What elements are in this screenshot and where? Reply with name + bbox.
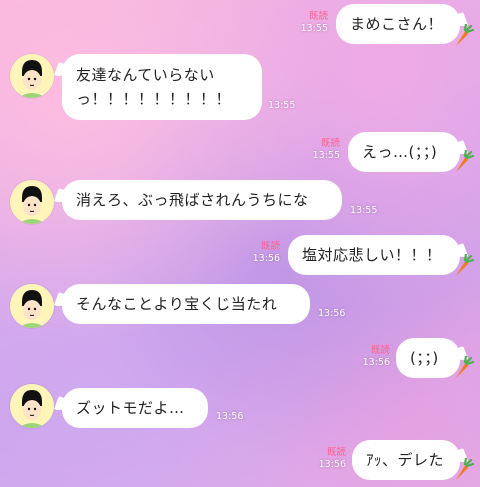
message-text: まめこさん！ xyxy=(350,15,444,33)
read-receipt: 既読 xyxy=(370,345,390,356)
message-bubble-received[interactable]: 友達なんていらない っ！！！！！！！！！ xyxy=(62,54,262,120)
message-meta: 既読 13:55 xyxy=(290,11,328,35)
message-meta: 既読 13:56 xyxy=(242,241,280,265)
timestamp: 13:55 xyxy=(300,23,328,34)
message-bubble-received[interactable]: そんなことより宝くじ当たれ xyxy=(62,284,310,324)
timestamp: 13:55 xyxy=(312,150,340,161)
timestamp: 13:56 xyxy=(318,308,346,319)
message-bubble-sent[interactable]: 塩対応悲しい！！！ xyxy=(288,235,460,275)
message-bubble-sent[interactable]: ｱｯ、デレた xyxy=(352,440,460,480)
avatar-cartoon-face-icon xyxy=(10,384,54,428)
read-receipt: 既読 xyxy=(320,138,340,149)
carrot-icon xyxy=(455,356,474,379)
avatar[interactable] xyxy=(10,54,54,98)
message-bubble-sent[interactable]: (；；) xyxy=(396,338,460,378)
timestamp: 13:56 xyxy=(362,357,390,368)
message-bubble-received[interactable]: ズットモだよ… xyxy=(62,388,208,428)
message-bubble-sent[interactable]: まめこさん！ xyxy=(336,4,460,44)
avatar[interactable] xyxy=(10,384,54,428)
message-text: 塩対応悲しい！！！ xyxy=(302,246,442,264)
carrot-icon xyxy=(455,254,474,277)
message-bubble-sent[interactable]: えっ…(；；) xyxy=(348,132,460,172)
carrot-icon xyxy=(455,24,474,47)
timestamp: 13:56 xyxy=(216,411,244,422)
message-text: 消えろ、ぶっ飛ばされんうちにな xyxy=(76,191,309,209)
message-text: ｱｯ、デレた xyxy=(366,451,445,469)
avatar[interactable] xyxy=(10,284,54,328)
timestamp: 13:55 xyxy=(268,100,296,111)
timestamp: 13:56 xyxy=(318,459,346,470)
message-meta: 既読 13:56 xyxy=(352,345,390,369)
carrot-icon xyxy=(455,150,474,173)
message-text: ズットモだよ… xyxy=(76,399,185,417)
avatar-cartoon-face-icon xyxy=(10,180,54,224)
read-receipt: 既読 xyxy=(260,241,280,252)
timestamp: 13:56 xyxy=(252,253,280,264)
message-meta: 既読 13:55 xyxy=(302,138,340,162)
carrot-icon xyxy=(455,458,474,481)
avatar[interactable] xyxy=(10,180,54,224)
message-text-line: 友達なんていらない xyxy=(76,66,215,84)
timestamp: 13:55 xyxy=(350,205,378,216)
read-receipt: 既読 xyxy=(326,447,346,458)
message-text: そんなことより宝くじ当たれ xyxy=(76,295,278,313)
avatar-cartoon-face-icon xyxy=(10,54,54,98)
message-text-line: っ！！！！！！！！！ xyxy=(76,90,232,108)
message-bubble-received[interactable]: 消えろ、ぶっ飛ばされんうちにな xyxy=(62,180,342,220)
message-text: えっ…(；；) xyxy=(362,143,438,161)
avatar-cartoon-face-icon xyxy=(10,284,54,328)
read-receipt: 既読 xyxy=(308,11,328,22)
message-text: (；；) xyxy=(410,349,439,367)
message-meta: 既読 13:56 xyxy=(308,447,346,471)
